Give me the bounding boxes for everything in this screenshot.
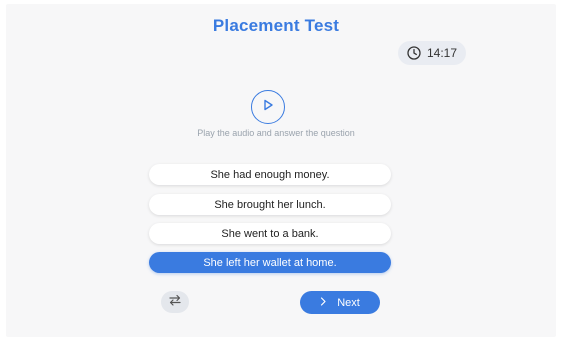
play-audio-button[interactable] (251, 90, 285, 124)
swap-button[interactable] (161, 291, 189, 313)
answer-option-2[interactable]: She brought her lunch. (149, 194, 391, 215)
timer-badge: 14:17 (398, 41, 466, 65)
answer-option-1[interactable]: She had enough money. (149, 164, 391, 185)
clock-icon (407, 46, 421, 60)
chevron-right-icon (320, 296, 327, 309)
audio-instruction: Play the audio and answer the question (197, 128, 355, 138)
answer-option-4[interactable]: She left her wallet at home. (149, 252, 391, 273)
timer-value: 14:17 (426, 46, 458, 60)
next-button[interactable]: Next (300, 291, 380, 314)
swap-arrows-icon (168, 293, 182, 311)
test-panel: Placement Test 14:17 Play the audio and … (6, 4, 556, 337)
page-title: Placement Test (212, 16, 340, 35)
answer-option-3[interactable]: She went to a bank. (149, 223, 391, 244)
next-button-label: Next (337, 296, 360, 309)
play-icon (261, 98, 275, 117)
